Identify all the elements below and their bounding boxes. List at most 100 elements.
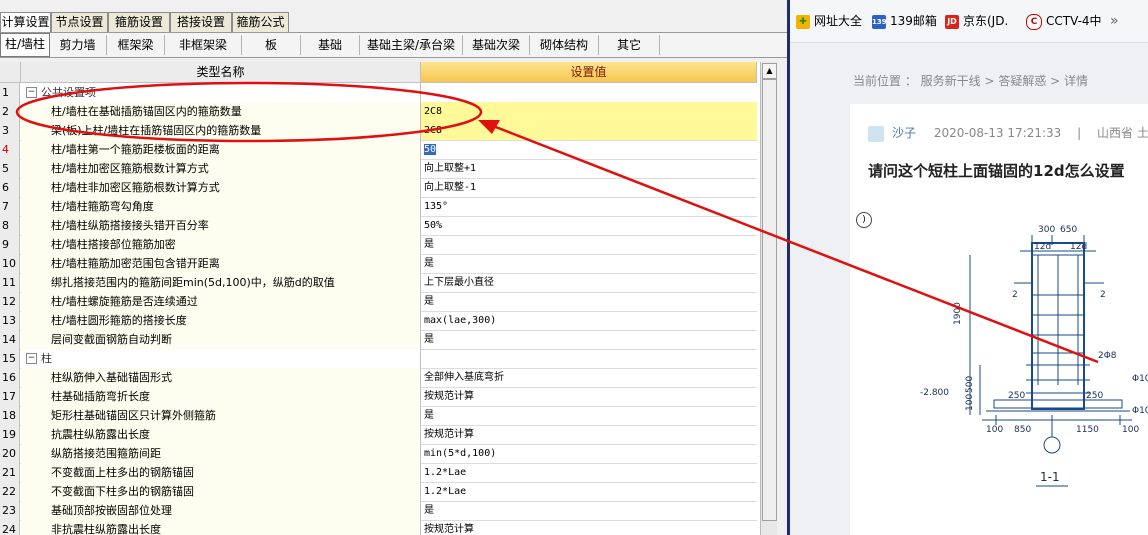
main-tab-4[interactable]: 箍筋公式 <box>232 12 289 32</box>
section-label: 1-1 <box>1040 470 1060 484</box>
setting-name: 柱纵筋伸入基础锚固形式 <box>51 371 172 384</box>
more-bookmarks-chevron-icon[interactable]: » <box>1110 12 1119 30</box>
table-row[interactable]: 13 柱/墙柱圆形箍筋的搭接长度 max(lae,300) <box>0 311 757 331</box>
table-row[interactable]: 20 纵筋搭接范围箍筋间距 min(5*d,100) <box>0 444 757 464</box>
table-row[interactable]: 14 层间变截面钢筋自动判断 是 <box>0 330 757 350</box>
setting-value: max(lae,300) <box>424 315 497 326</box>
setting-value: 135° <box>424 201 449 212</box>
table-row[interactable]: 6 柱/墙柱非加密区箍筋根数计算方式 向上取整-1 <box>0 178 757 198</box>
setting-value-cell[interactable]: 1.2*Lae <box>421 463 757 482</box>
table-row[interactable]: 18 矩形柱基础锚固区只计算外侧箍筋 是 <box>0 406 757 426</box>
setting-name: 梁(板)上柱/墙柱在插筋锚固区内的箍筋数量 <box>51 124 262 137</box>
table-row[interactable]: 16 柱纵筋伸入基础锚固形式 全部伸入基底弯折 <box>0 368 757 388</box>
setting-name: 绑扎搭接范围内的箍筋间距min(5d,100)中，纵筋d的取值 <box>51 276 335 289</box>
play-circle-icon[interactable]: ) <box>856 212 872 228</box>
setting-value-cell[interactable]: 是 <box>421 235 757 254</box>
main-tab-0[interactable]: 计算设置 <box>0 12 51 33</box>
component-tab-9[interactable]: 其它 <box>599 35 660 55</box>
table-row[interactable]: 24 非抗震柱纵筋露出长度 按规范计算 <box>0 520 757 535</box>
setting-value-cell[interactable]: min(5*d,100) <box>421 444 757 463</box>
setting-value-cell[interactable]: 2C8 <box>421 102 757 121</box>
table-row[interactable]: 19 抗震柱纵筋露出长度 按规范计算 <box>0 425 757 445</box>
scroll-up-arrow-icon[interactable]: ▲ <box>762 63 777 79</box>
setting-value-cell[interactable]: 是 <box>421 254 757 273</box>
column-section-drawing[interactable]: 300 650 12d 12d 1900 2 2 2Φ8 -2.800 250 … <box>910 215 1148 515</box>
setting-value-cell[interactable]: 是 <box>421 406 757 425</box>
row-number: 7 <box>0 197 20 216</box>
setting-value-cell[interactable]: 向上取整-1 <box>421 178 757 197</box>
component-tab-0[interactable]: 柱/墙柱 <box>0 33 50 57</box>
row-number: 15 <box>0 349 20 368</box>
table-row[interactable]: 3 梁(板)上柱/墙柱在插筋锚固区内的箍筋数量 2C8 <box>0 121 757 141</box>
main-tab-2[interactable]: 箍筋设置 <box>108 12 170 32</box>
table-row[interactable]: 1− 公共设置项 <box>0 83 757 103</box>
bookmark-web-directory[interactable]: ✚ 网址大全 <box>796 12 862 30</box>
component-tab-3[interactable]: 非框架梁 <box>165 35 242 55</box>
table-row[interactable]: 5 柱/墙柱加密区箍筋根数计算方式 向上取整+1 <box>0 159 757 179</box>
setting-name: 柱 <box>41 352 52 365</box>
bookmark-139-mail[interactable]: 139 139邮箱 <box>872 12 937 30</box>
setting-value-cell[interactable]: 50% <box>421 216 757 235</box>
setting-name-cell: − 柱 <box>21 349 421 368</box>
separator: | <box>1077 126 1082 140</box>
setting-value-cell[interactable]: 1.2*Lae <box>421 482 757 501</box>
component-tab-7[interactable]: 基础次梁 <box>463 35 530 55</box>
component-tab-5[interactable]: 基础 <box>301 35 360 55</box>
setting-value-cell[interactable]: 按规范计算 <box>421 387 757 406</box>
column-header-name[interactable]: 类型名称 <box>21 62 421 83</box>
collapse-icon[interactable]: − <box>26 87 37 98</box>
table-row[interactable]: 10 柱/墙柱箍筋加密范围包含错开距离 是 <box>0 254 757 274</box>
table-row[interactable]: 21 不变截面上柱多出的钢筋锚固 1.2*Lae <box>0 463 757 483</box>
component-tab-2[interactable]: 框架梁 <box>107 35 165 55</box>
setting-value-cell[interactable]: 2C8 <box>421 121 757 140</box>
scroll-thumb[interactable] <box>762 79 777 521</box>
component-tab-4[interactable]: 板 <box>242 35 301 55</box>
setting-value-cell[interactable]: max(lae,300) <box>421 311 757 330</box>
table-row[interactable]: 9 柱/墙柱搭接部位箍筋加密 是 <box>0 235 757 255</box>
column-header-value[interactable]: 设置值 <box>421 62 757 83</box>
table-row[interactable]: 4 柱/墙柱第一个箍筋距楼板面的距离 50 <box>0 140 757 160</box>
setting-name: 柱/墙柱第一个箍筋距楼板面的距离 <box>51 143 220 156</box>
table-row[interactable]: 12 柱/墙柱螺旋箍筋是否连续通过 是 <box>0 292 757 312</box>
setting-value-cell[interactable]: 按规范计算 <box>421 425 757 444</box>
setting-value-cell[interactable]: 是 <box>421 292 757 311</box>
main-tabs: 计算设置 节点设置 箍筋设置 搭接设置 箍筋公式 <box>0 12 787 33</box>
mail-139-icon: 139 <box>872 14 887 29</box>
setting-value-cell[interactable]: 向上取整+1 <box>421 159 757 178</box>
table-row[interactable]: 17 柱基础插筋弯折长度 按规范计算 <box>0 387 757 407</box>
table-row[interactable]: 7 柱/墙柱箍筋弯勾角度 135° <box>0 197 757 217</box>
table-row[interactable]: 15− 柱 <box>0 349 757 369</box>
row-number: 13 <box>0 311 20 330</box>
setting-value-cell[interactable]: 上下层最小直径 <box>421 273 757 292</box>
component-tab-6[interactable]: 基础主梁/承台梁 <box>360 35 463 55</box>
stirrup-label-1: Φ10@ <box>1132 374 1148 384</box>
setting-value-cell[interactable]: 50 <box>421 140 757 159</box>
dim-250-right: 250 <box>1086 391 1103 401</box>
setting-name-cell: 柱/墙柱圆形箍筋的搭接长度 <box>21 311 421 330</box>
bookmark-cctv[interactable]: C CCTV-4中 <box>1026 12 1102 30</box>
setting-value-cell[interactable] <box>421 83 757 102</box>
table-row[interactable]: 23 基础顶部按嵌固部位处理 是 <box>0 501 757 521</box>
table-row[interactable]: 22 不变截面下柱多出的钢筋锚固 1.2*Lae <box>0 482 757 502</box>
table-row[interactable]: 8 柱/墙柱纵筋搭接接头错开百分率 50% <box>0 216 757 236</box>
table-row[interactable]: 11 绑扎搭接范围内的箍筋间距min(5d,100)中，纵筋d的取值 上下层最小直径 <box>0 273 757 293</box>
setting-value-cell[interactable] <box>421 349 757 368</box>
setting-value-cell[interactable]: 是 <box>421 330 757 349</box>
author-name[interactable]: 沙子 <box>892 126 916 140</box>
setting-value-cell[interactable]: 是 <box>421 501 757 520</box>
row-number: 20 <box>0 444 20 463</box>
table-row[interactable]: 2 柱/墙柱在基础插筋锚固区内的箍筋数量 2C8 <box>0 102 757 122</box>
collapse-icon[interactable]: − <box>26 353 37 364</box>
vertical-scrollbar[interactable]: ▲ <box>760 62 777 535</box>
setting-value-cell[interactable]: 按规范计算 <box>421 520 757 535</box>
main-tab-1[interactable]: 节点设置 <box>51 12 108 32</box>
bookmark-jd[interactable]: JD 京东(JD. <box>945 12 1008 30</box>
setting-value-cell[interactable]: 全部伸入基底弯折 <box>421 368 757 387</box>
component-tab-1[interactable]: 剪力墙 <box>49 35 107 55</box>
web-directory-icon: ✚ <box>796 14 810 29</box>
component-tab-8[interactable]: 砌体结构 <box>530 35 599 55</box>
setting-value-cell[interactable]: 135° <box>421 197 757 216</box>
main-tab-3[interactable]: 搭接设置 <box>170 12 232 32</box>
setting-name-cell: 非抗震柱纵筋露出长度 <box>21 520 421 535</box>
setting-name-cell: 柱/墙柱箍筋弯勾角度 <box>21 197 421 216</box>
